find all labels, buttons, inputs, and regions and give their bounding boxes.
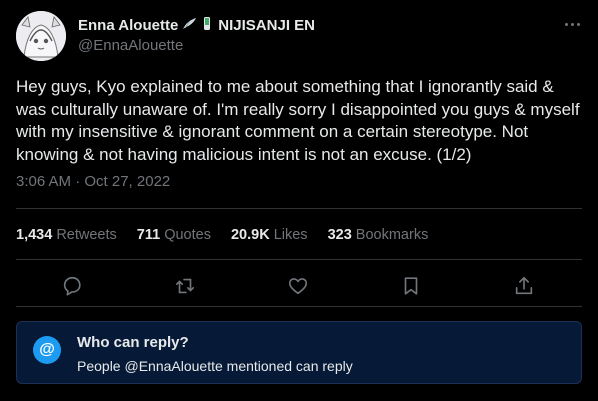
bookmark-icon[interactable] xyxy=(400,275,422,297)
avatar[interactable] xyxy=(16,11,66,61)
tweet-timestamp[interactable]: 3:06 AM · Oct 27, 2022 xyxy=(16,173,170,190)
quotes-stat[interactable]: 711 Quotes xyxy=(137,227,211,243)
share-icon[interactable] xyxy=(513,275,535,297)
bookmarks-count: 323 xyxy=(327,227,352,243)
author-handle[interactable]: @EnnaAlouette xyxy=(78,37,183,54)
bookmarks-label: Bookmarks xyxy=(355,227,429,243)
likes-count: 20.9K xyxy=(230,227,270,243)
reply-restriction-title: Who can reply? xyxy=(77,334,189,351)
quotes-count: 711 xyxy=(136,227,161,243)
likes-label: Likes xyxy=(273,227,308,243)
reply-icon[interactable] xyxy=(61,275,83,297)
reply-restriction-notice: @ Who can reply? People @EnnaAlouette me… xyxy=(16,321,582,384)
likes-stat[interactable]: 20.9K Likes xyxy=(231,227,308,243)
phone-tag-icon xyxy=(202,16,212,35)
quotes-label: Quotes xyxy=(164,227,211,243)
engagement-stats: 1,434 Retweets 711 Quotes 20.9K Likes 32… xyxy=(16,227,448,243)
retweets-stat[interactable]: 1,434 Retweets xyxy=(16,227,117,243)
at-icon: @ xyxy=(33,336,61,364)
tweet-text: Hey guys, Kyo explained to me about some… xyxy=(16,77,580,164)
retweet-icon[interactable] xyxy=(174,275,196,297)
author-name-row[interactable]: Enna Alouette NIJISANJI EN xyxy=(78,16,315,35)
bookmarks-stat[interactable]: 323 Bookmarks xyxy=(328,227,429,243)
divider xyxy=(16,208,582,209)
bird-wing-icon xyxy=(182,17,198,35)
like-icon[interactable] xyxy=(287,275,309,297)
author-display-name: Enna Alouette xyxy=(78,17,179,34)
divider xyxy=(16,259,582,260)
reply-restriction-subtitle: People @EnnaAlouette mentioned can reply xyxy=(77,358,353,374)
more-options-icon[interactable] xyxy=(563,17,583,33)
retweets-count: 1,434 xyxy=(16,227,53,243)
author-affiliation: NIJISANJI EN xyxy=(218,17,315,34)
retweets-label: Retweets xyxy=(56,227,117,243)
divider xyxy=(16,306,582,307)
